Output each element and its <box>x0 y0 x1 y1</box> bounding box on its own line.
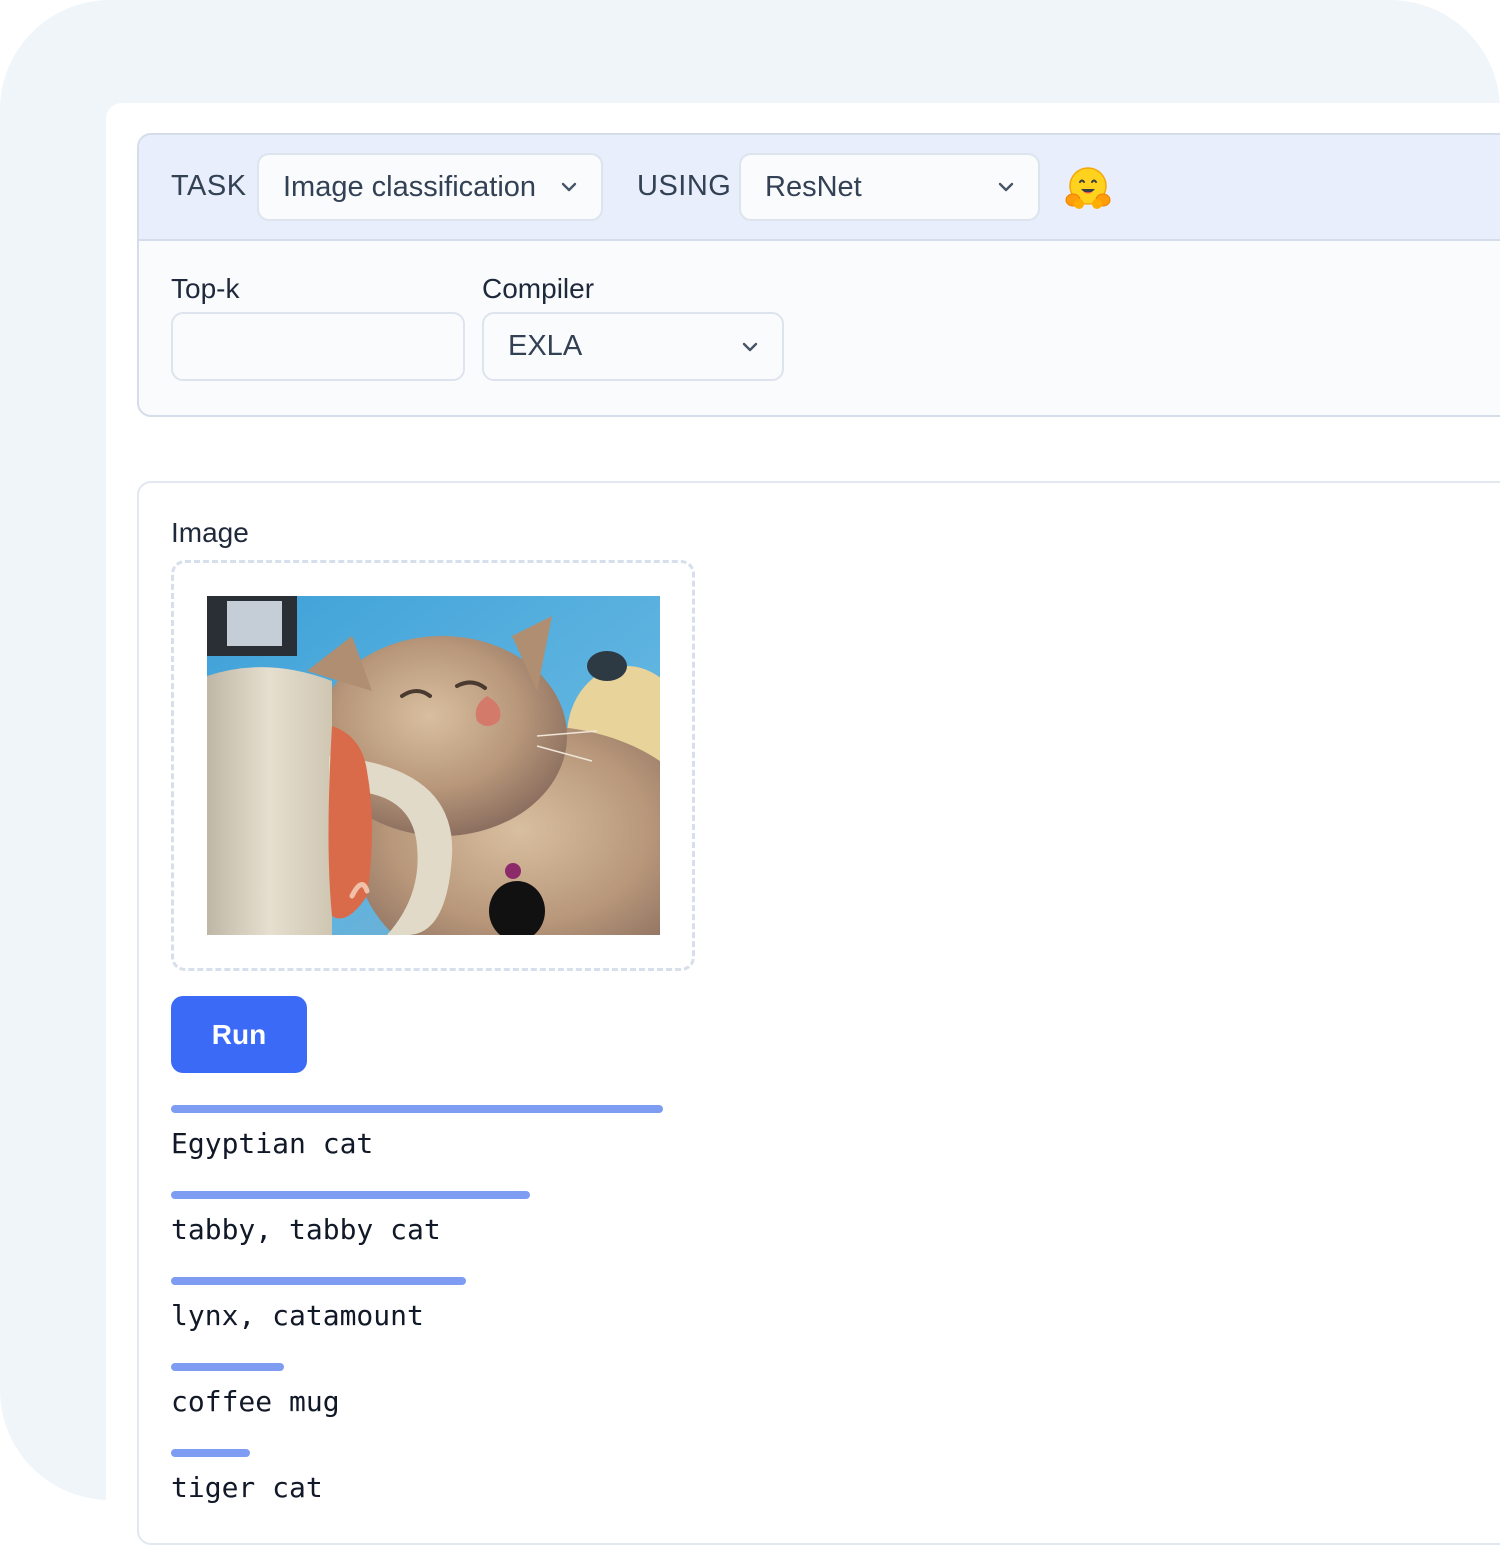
chevron-down-icon <box>561 182 577 192</box>
compiler-select-value: EXLA <box>508 330 583 362</box>
score-bar <box>171 1449 250 1457</box>
compiler-label: Compiler <box>482 273 595 304</box>
result-label: tabby, tabby cat <box>171 1213 441 1246</box>
run-button[interactable]: Run <box>171 996 307 1073</box>
task-label: TASK <box>171 170 247 202</box>
score-bar <box>171 1191 530 1199</box>
score-bar <box>171 1363 284 1371</box>
result-item: lynx, catamount <box>171 1277 466 1332</box>
result-label: tiger cat <box>171 1471 323 1504</box>
chevron-down-icon <box>742 342 758 351</box>
topk-label: Top-k <box>171 273 240 304</box>
score-bar <box>171 1105 663 1113</box>
result-label: Egyptian cat <box>171 1127 374 1160</box>
model-select-value: ResNet <box>765 171 862 203</box>
compiler-select[interactable]: EXLA <box>482 312 784 381</box>
task-select-value: Image classification <box>283 171 537 203</box>
result-item: coffee mug <box>171 1363 340 1418</box>
hugging-face-icon <box>1065 167 1111 209</box>
image-label: Image <box>171 517 249 548</box>
model-select[interactable]: ResNet <box>739 153 1040 221</box>
result-item: tabby, tabby cat <box>171 1191 530 1246</box>
score-bar <box>171 1277 466 1285</box>
result-item: Egyptian cat <box>171 1105 663 1160</box>
result-label: lynx, catamount <box>171 1299 424 1332</box>
cat-photo <box>207 596 660 935</box>
topk-input[interactable] <box>171 312 465 381</box>
task-select[interactable]: Image classification <box>257 153 603 221</box>
result-label: coffee mug <box>171 1385 340 1418</box>
chevron-down-icon <box>998 182 1014 192</box>
using-label: USING <box>637 170 732 202</box>
result-item: tiger cat <box>171 1449 323 1504</box>
